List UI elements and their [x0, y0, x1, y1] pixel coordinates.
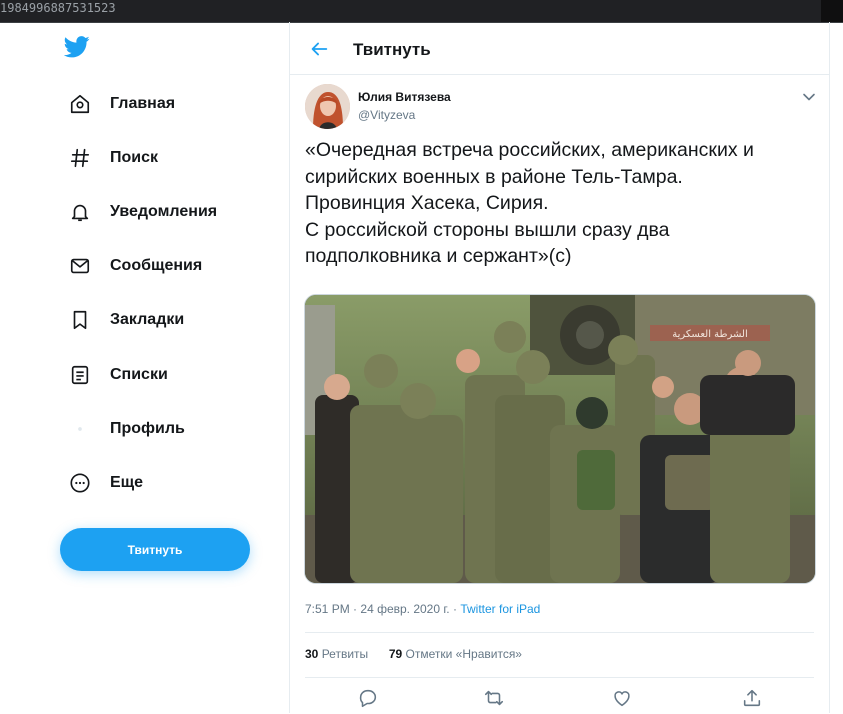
- main-header: Твитнуть: [290, 22, 829, 75]
- share-icon[interactable]: [741, 687, 763, 709]
- tweet-text: «Очередная встреча российских, американс…: [305, 137, 815, 270]
- sidebar-item-label: Профиль: [110, 420, 185, 437]
- tweet-text-line: подполковника и сержант»(с): [305, 245, 572, 267]
- avatar[interactable]: [305, 84, 350, 129]
- author-handle[interactable]: @Vityzeva: [358, 108, 415, 122]
- tweet-source[interactable]: Twitter for iPad: [460, 602, 540, 616]
- sidebar-item-profile[interactable]: Профиль: [60, 409, 185, 449]
- divider: [305, 632, 814, 633]
- sidebar-item-label: Поиск: [110, 149, 159, 166]
- tweet-time[interactable]: 7:51 PM: [305, 602, 350, 616]
- sidebar-item-more[interactable]: Еще: [60, 463, 143, 503]
- page-title: Твитнуть: [353, 40, 431, 59]
- back-arrow-icon[interactable]: [308, 38, 330, 60]
- main-column: Твитнуть Юлия Витязева @Vityzeva «Очеред…: [289, 22, 830, 713]
- retweet-icon[interactable]: [483, 687, 505, 709]
- bookmark-icon: [68, 308, 92, 332]
- tweet-text-line: сирийских военных в районе Тель-Тамра.: [305, 165, 683, 188]
- twitter-logo-icon[interactable]: [63, 36, 96, 64]
- window-corner: [821, 0, 843, 22]
- author-name[interactable]: Юлия Витязева: [358, 90, 451, 104]
- chevron-down-icon[interactable]: [802, 90, 816, 102]
- retweets-count: 30: [305, 647, 319, 661]
- sidebar-item-label: Списки: [110, 366, 168, 383]
- sidebar-item-label: Уведомления: [110, 203, 218, 220]
- sidebar-item-bookmarks[interactable]: Закладки: [60, 300, 184, 340]
- retweets-label: Ретвиты: [321, 647, 369, 661]
- likes-stat[interactable]: 79 Отметки «Нравится»: [389, 647, 522, 661]
- profile-icon: [68, 417, 92, 441]
- tweet-photo[interactable]: الشرطة العسكرية: [304, 294, 816, 584]
- sidebar-item-label: Закладки: [110, 311, 185, 328]
- sidebar: Главная Поиск Уведомления Сообщения Закл…: [0, 22, 290, 713]
- bell-icon: [68, 200, 92, 224]
- hashtag-icon: [68, 146, 92, 170]
- tweet-text-line: Провинция Хасека, Сирия.: [305, 192, 549, 214]
- tweet-text-line: С российской стороны вышли сразу два: [305, 218, 670, 241]
- more-icon: [68, 471, 92, 495]
- tweet-stats: 30 Ретвиты 79 Отметки «Нравится»: [305, 647, 522, 661]
- tweet-button[interactable]: Твитнуть: [60, 528, 250, 571]
- sidebar-item-label: Еще: [110, 474, 144, 491]
- envelope-icon: [68, 254, 92, 278]
- sidebar-item-home[interactable]: Главная: [60, 84, 175, 124]
- list-icon: [68, 363, 92, 387]
- sidebar-item-label: Главная: [110, 95, 176, 112]
- like-icon[interactable]: [611, 687, 633, 709]
- sidebar-item-label: Сообщения: [110, 257, 203, 274]
- sidebar-item-notifications[interactable]: Уведомления: [60, 192, 217, 232]
- browser-top-bar: 1984996887531523: [0, 0, 843, 23]
- likes-count: 79: [388, 647, 403, 661]
- sidebar-item-messages[interactable]: Сообщения: [60, 246, 202, 286]
- tweet-meta: 7:51 PM · 24 февр. 2020 г. · Twitter for…: [305, 602, 540, 616]
- likes-label: Отметки «Нравится»: [405, 647, 522, 661]
- retweets-stat[interactable]: 30 Ретвиты: [305, 647, 372, 661]
- sidebar-item-lists[interactable]: Списки: [60, 355, 168, 395]
- url-fragment: 1984996887531523: [0, 1, 116, 15]
- tweet-text-line: «Очередная встреча российских, американс…: [305, 139, 754, 161]
- divider: [305, 677, 814, 678]
- tweet-date[interactable]: 24 февр. 2020 г.: [360, 602, 449, 616]
- home-icon: [68, 92, 92, 116]
- vehicle-sign-text: الشرطة العسكرية: [672, 329, 748, 340]
- reply-icon[interactable]: [357, 687, 379, 709]
- sidebar-item-search[interactable]: Поиск: [60, 138, 158, 178]
